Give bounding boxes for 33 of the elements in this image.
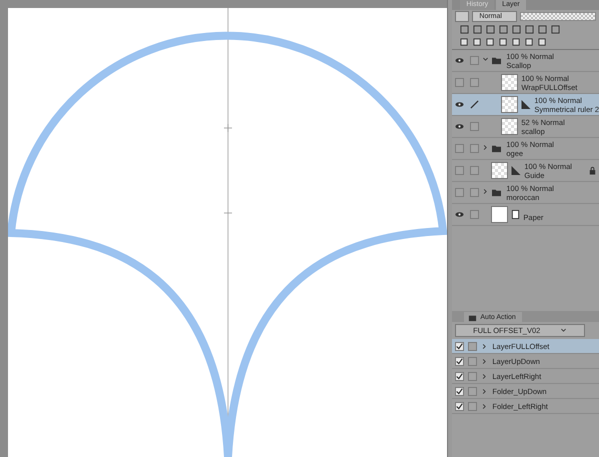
dialog-toggle-box[interactable]	[468, 342, 478, 350]
action-checkbox[interactable]	[455, 372, 464, 380]
opacity-slider[interactable]	[520, 12, 596, 21]
action-checkbox[interactable]	[455, 402, 464, 410]
clapper-icon	[468, 312, 478, 322]
layer-thumbnail	[491, 162, 508, 179]
folder-icon	[491, 144, 502, 153]
folder-icon	[491, 188, 502, 197]
ruler-icon	[511, 166, 522, 175]
folder-icon	[491, 56, 502, 65]
pencil-icon	[470, 100, 480, 109]
eye-icon[interactable]	[455, 210, 464, 219]
page-icon	[511, 210, 520, 219]
ruler-icon	[521, 100, 532, 109]
eye-icon[interactable]	[455, 100, 464, 109]
action-checkbox[interactable]	[455, 342, 464, 350]
dialog-toggle-box[interactable]	[468, 386, 478, 396]
color-swatch[interactable]	[455, 11, 470, 22]
layer-thumbnail	[501, 74, 518, 91]
eye-icon[interactable]	[455, 56, 464, 65]
layer-thumbnail	[501, 96, 518, 113]
lock-icon[interactable]	[588, 166, 597, 175]
layer-thumbnail	[491, 206, 508, 223]
eye-icon[interactable]	[455, 122, 464, 131]
chevron-icon[interactable]	[482, 143, 490, 152]
chevron-icon[interactable]	[482, 187, 490, 196]
action-checkbox[interactable]	[455, 356, 464, 366]
dialog-toggle-box[interactable]	[468, 372, 478, 380]
dialog-toggle-box[interactable]	[468, 356, 478, 366]
scrollbar[interactable]	[447, 0, 452, 457]
layer-thumbnail	[501, 118, 518, 135]
dialog-toggle-box[interactable]	[468, 402, 478, 410]
action-checkbox[interactable]	[455, 386, 464, 396]
